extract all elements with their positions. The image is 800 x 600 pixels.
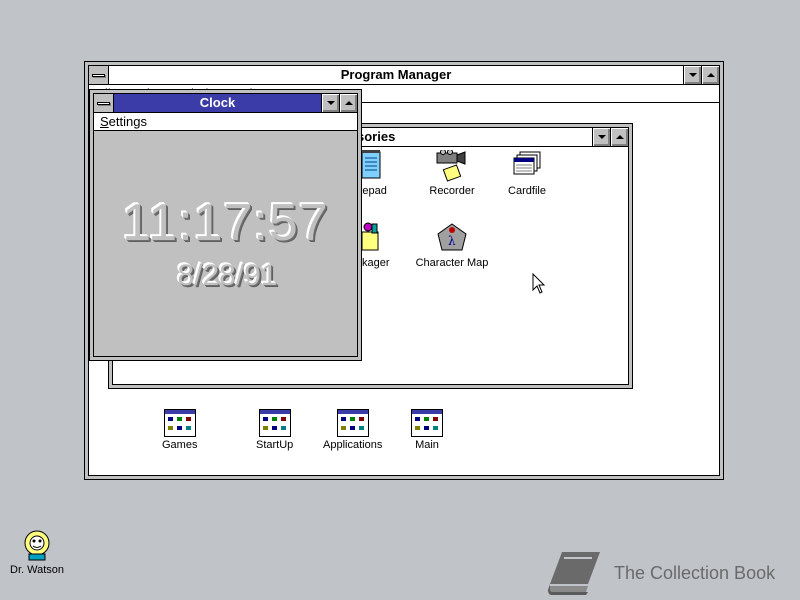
- cardfile-icon: [513, 151, 541, 175]
- clock-system-menu[interactable]: [94, 94, 114, 112]
- recorder-label: Recorder: [429, 185, 475, 197]
- recorder-icon: [436, 150, 466, 182]
- clock-maximize-button[interactable]: [339, 94, 357, 112]
- system-menu-icon: [92, 73, 105, 77]
- watermark-text: The Collection Book: [614, 562, 776, 583]
- maximize-icon: [615, 135, 624, 139]
- clock-titlebar[interactable]: Clock: [94, 94, 357, 113]
- accessories-minimize-button[interactable]: [592, 128, 610, 146]
- program-group-icon: [163, 409, 196, 437]
- group-startup[interactable]: StartUp: [256, 409, 293, 451]
- program-group-icon: [411, 409, 443, 437]
- minimize-icon: [326, 101, 335, 105]
- character-map-label: Character Map: [415, 257, 489, 269]
- watermark: The Collection Book: [548, 550, 775, 596]
- clock-menubar: Settings: [94, 113, 357, 131]
- accessories-maximize-button[interactable]: [610, 128, 628, 146]
- mouse-cursor: [532, 272, 546, 298]
- group-label: Applications: [323, 439, 383, 451]
- menu-settings[interactable]: Settings: [100, 114, 147, 129]
- character-map-item[interactable]: λ Character Map: [412, 222, 492, 269]
- book-icon: [548, 552, 600, 595]
- program-manager-title: Program Manager: [340, 67, 452, 82]
- group-games[interactable]: Games: [162, 409, 197, 451]
- clock-face: 11:17:57 8/28/91: [94, 131, 357, 356]
- clock-date: 8/28/91: [177, 259, 278, 292]
- cardfile-label: Cardfile: [508, 185, 546, 197]
- program-manager-minimize-button[interactable]: [683, 66, 701, 84]
- menu-settings-rest: ettings: [108, 114, 147, 129]
- minimize-icon: [688, 73, 697, 77]
- recorder-item[interactable]: Recorder: [412, 150, 492, 197]
- program-group-icon: [336, 409, 369, 437]
- program-manager-maximize-button[interactable]: [701, 66, 719, 84]
- group-label: Main: [415, 439, 439, 451]
- character-map-icon: λ: [437, 223, 467, 251]
- clock-minimize-button[interactable]: [321, 94, 339, 112]
- group-label: StartUp: [256, 439, 294, 451]
- dr-watson-label: Dr. Watson: [10, 564, 64, 576]
- svg-text:λ: λ: [448, 234, 456, 248]
- clock-time: 11:17:57: [122, 194, 329, 252]
- program-manager-system-menu[interactable]: [89, 66, 109, 84]
- group-applications[interactable]: Applications: [323, 409, 382, 451]
- maximize-icon: [344, 101, 353, 105]
- program-manager-titlebar[interactable]: Program Manager: [89, 66, 719, 85]
- system-menu-icon: [97, 101, 110, 105]
- arrow-pointer-icon: [532, 272, 546, 294]
- clock-window[interactable]: Clock Settings 11:17:57 8/28/91: [89, 89, 362, 361]
- minimize-icon: [597, 135, 606, 139]
- clock-title: Clock: [199, 95, 236, 110]
- program-group-icon: [258, 409, 291, 437]
- cardfile-item[interactable]: Cardfile: [487, 150, 567, 197]
- menu-settings-mnemonic: S: [100, 114, 109, 129]
- maximize-icon: [706, 73, 715, 77]
- group-label: Games: [162, 439, 198, 451]
- group-main[interactable]: Main: [411, 409, 443, 451]
- dr-watson-icon: [24, 530, 50, 561]
- dr-watson-desktop-icon[interactable]: Dr. Watson: [10, 528, 64, 576]
